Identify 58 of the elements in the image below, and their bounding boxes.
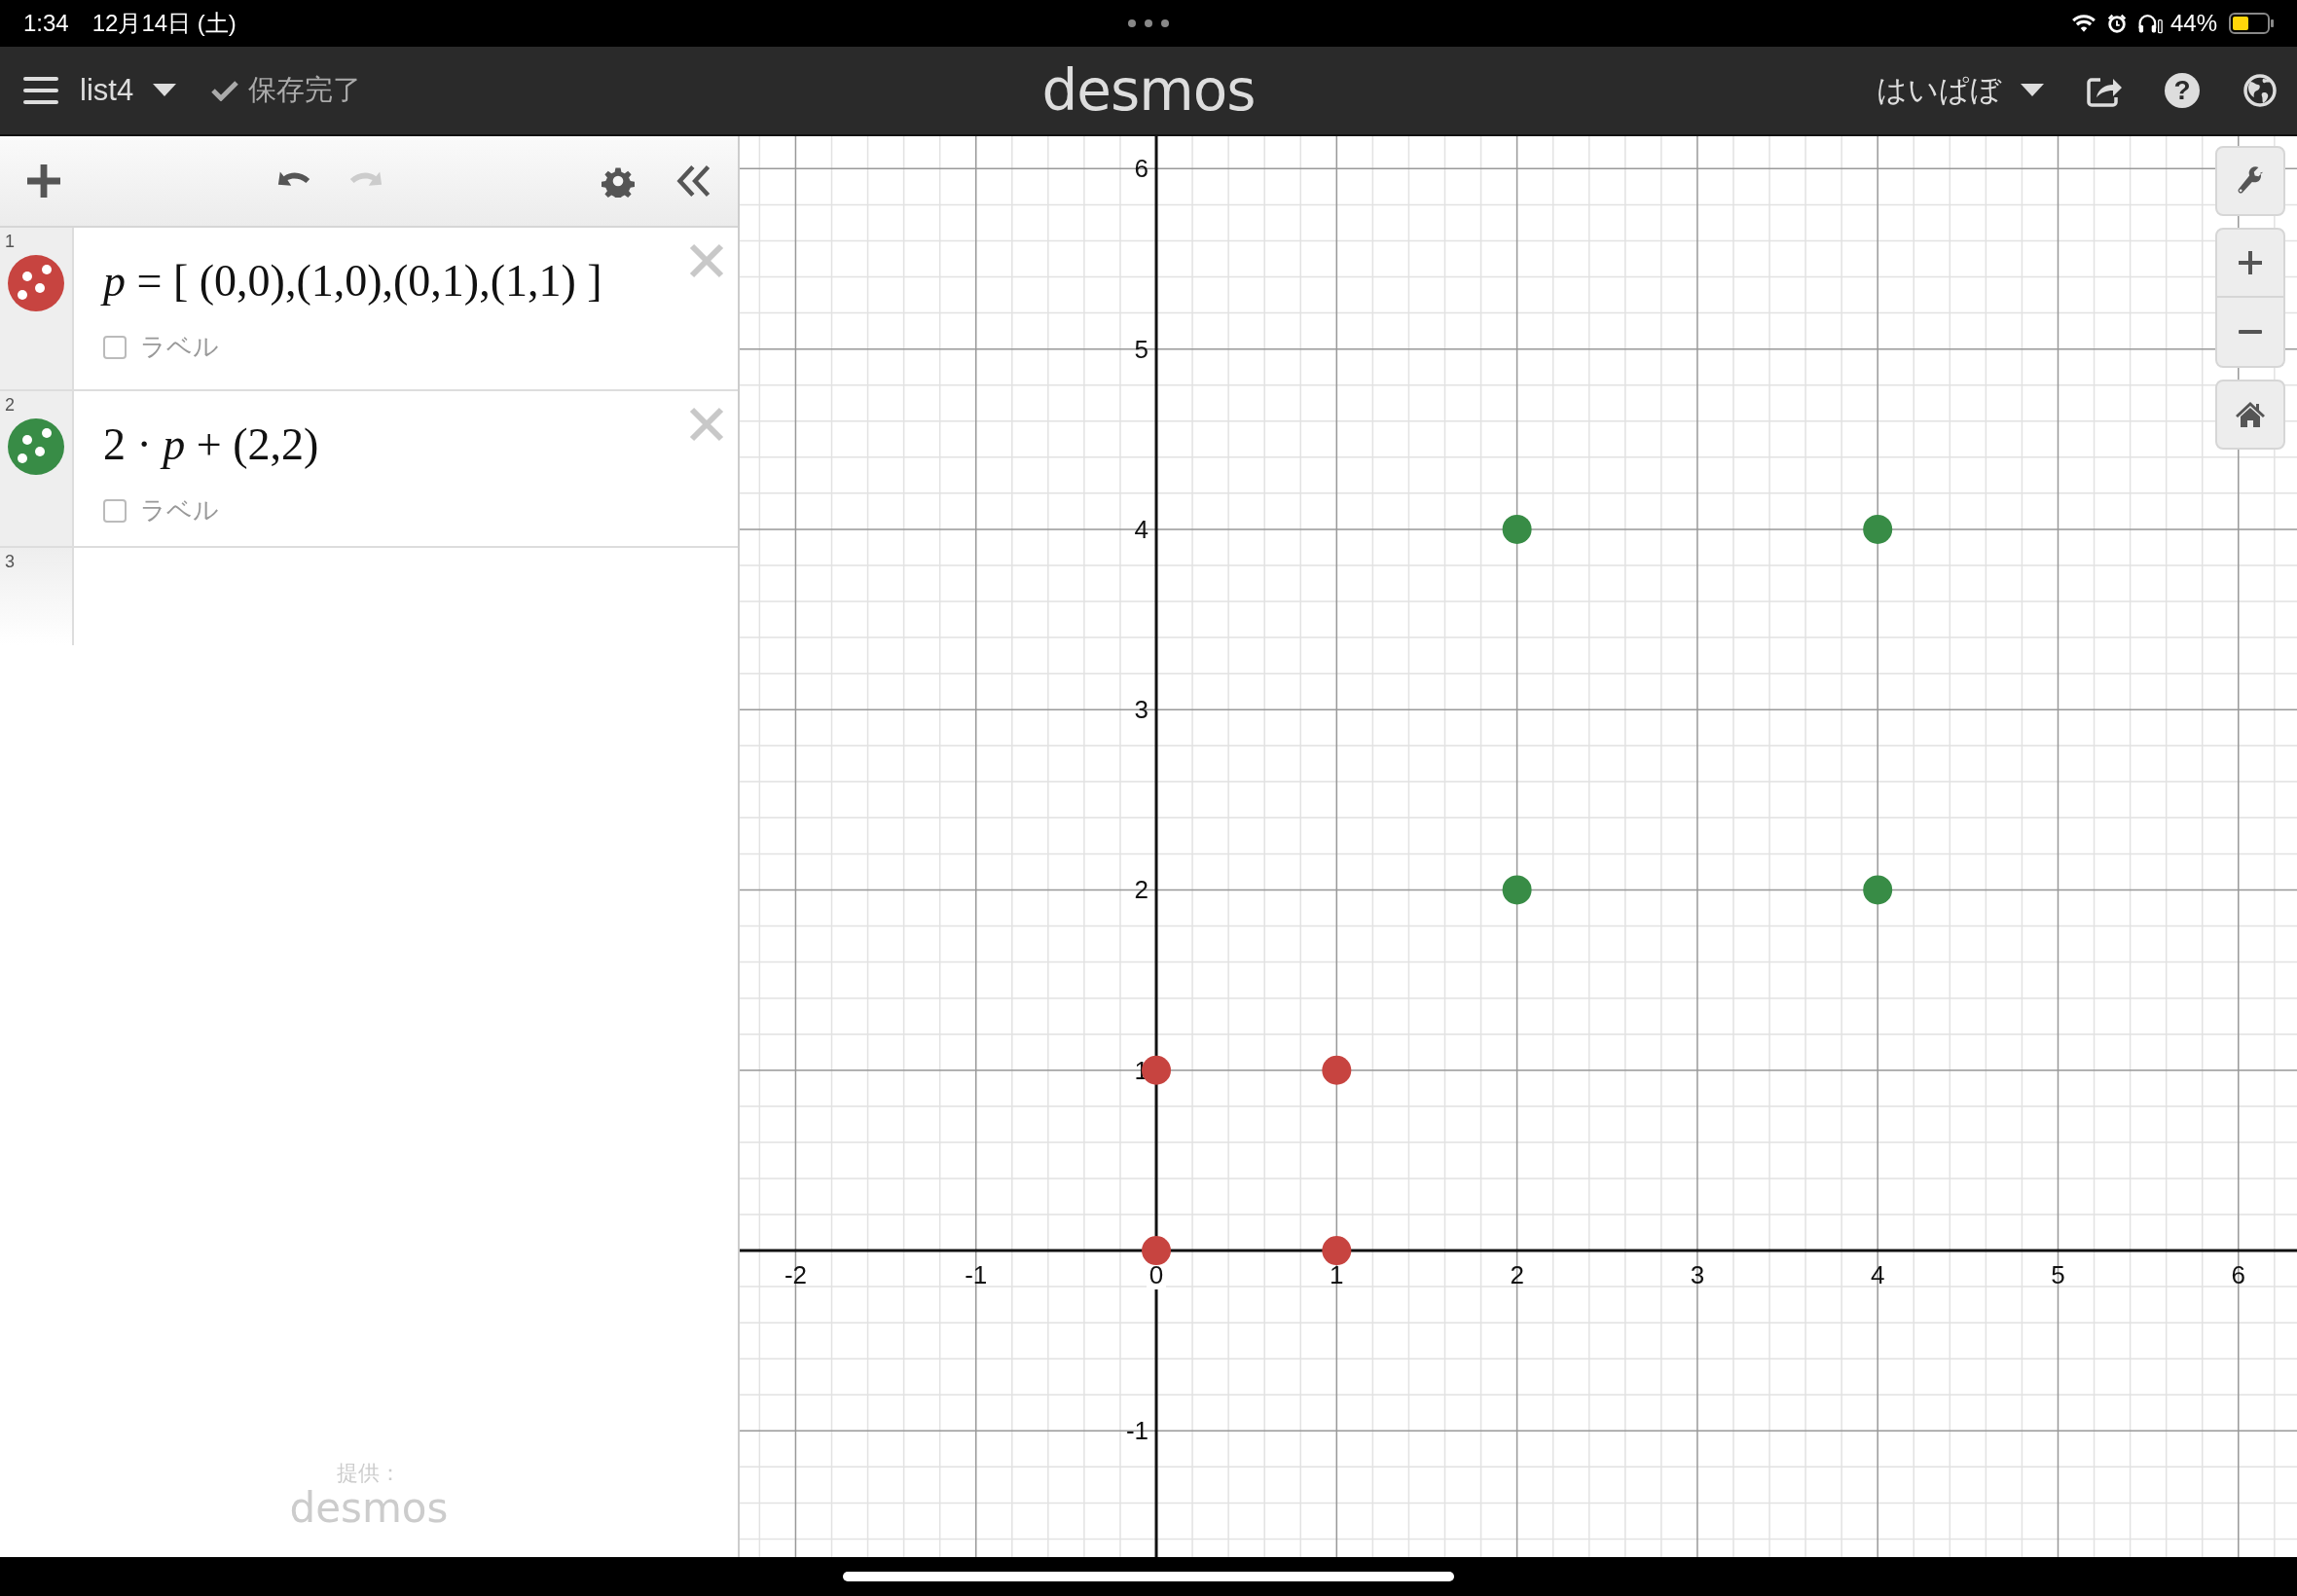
- minus-icon: [2239, 330, 2262, 334]
- data-point[interactable]: [1502, 514, 1532, 544]
- label-text: ラベル: [140, 331, 219, 363]
- x-tick-label: -1: [965, 1260, 988, 1290]
- battery-icon: [2229, 13, 2274, 34]
- point-style-icon[interactable]: [8, 418, 64, 475]
- data-point[interactable]: [1322, 1055, 1352, 1085]
- home-button[interactable]: [2215, 380, 2285, 450]
- battery-percent: 44%: [2169, 10, 2217, 37]
- checkmark-icon: [211, 80, 239, 101]
- home-icon: [2235, 400, 2266, 429]
- expression-number: 2: [5, 395, 15, 416]
- graph-settings-button[interactable]: [2215, 146, 2285, 216]
- expression-number: 3: [5, 552, 15, 572]
- data-point[interactable]: [1502, 875, 1532, 905]
- x-tick-label: 2: [1510, 1260, 1524, 1290]
- graph-title-dropdown[interactable]: list4: [80, 73, 177, 108]
- data-point[interactable]: [1863, 514, 1893, 544]
- y-tick-label: 5: [1134, 334, 1149, 364]
- x-tick-label: 4: [1870, 1260, 1885, 1290]
- desmos-logo: desmos: [1041, 57, 1256, 124]
- label-text: ラベル: [140, 494, 219, 526]
- label-checkbox[interactable]: [103, 335, 127, 359]
- y-tick-label: 3: [1134, 695, 1149, 725]
- help-button[interactable]: ?: [2165, 73, 2200, 108]
- data-point[interactable]: [1322, 1236, 1352, 1266]
- settings-icon[interactable]: [600, 164, 637, 198]
- headphones-icon: [2136, 13, 2163, 34]
- label-checkbox[interactable]: [103, 498, 127, 523]
- x-tick-label: 5: [2051, 1260, 2065, 1290]
- x-tick-label: 0: [1148, 1260, 1164, 1290]
- x-tick-label: 3: [1690, 1260, 1705, 1290]
- y-tick-label: 4: [1134, 514, 1149, 544]
- data-point[interactable]: [1863, 875, 1893, 905]
- user-menu[interactable]: はいぱぼ: [1877, 70, 2044, 111]
- y-tick-label: 2: [1134, 875, 1149, 905]
- x-tick-label: -2: [784, 1260, 807, 1290]
- y-tick-label: -1: [1125, 1416, 1149, 1446]
- x-tick-label: 1: [1330, 1260, 1344, 1290]
- zoom-in-button[interactable]: [2215, 228, 2285, 298]
- status-time: 1:34: [23, 10, 69, 37]
- y-tick-label: 6: [1134, 154, 1149, 184]
- caret-icon: [2021, 84, 2044, 97]
- add-icon[interactable]: [25, 164, 62, 198]
- collapse-icon[interactable]: [675, 164, 712, 198]
- point-style-icon[interactable]: [8, 255, 64, 311]
- menu-icon[interactable]: [23, 76, 58, 105]
- expression-formula[interactable]: 2 · p + (2,2): [103, 418, 319, 470]
- caret-icon: [153, 84, 177, 97]
- more-dots-icon[interactable]: [1127, 18, 1170, 28]
- wifi-icon: [2070, 13, 2096, 34]
- save-status: 保存完了: [248, 73, 362, 107]
- expression-number: 1: [5, 232, 15, 252]
- x-tick-label: 6: [2231, 1260, 2245, 1290]
- data-point[interactable]: [1142, 1236, 1172, 1266]
- plus-icon: [2239, 251, 2262, 274]
- status-date: 12月14日 (土): [91, 9, 237, 38]
- globe-icon[interactable]: [2242, 73, 2278, 108]
